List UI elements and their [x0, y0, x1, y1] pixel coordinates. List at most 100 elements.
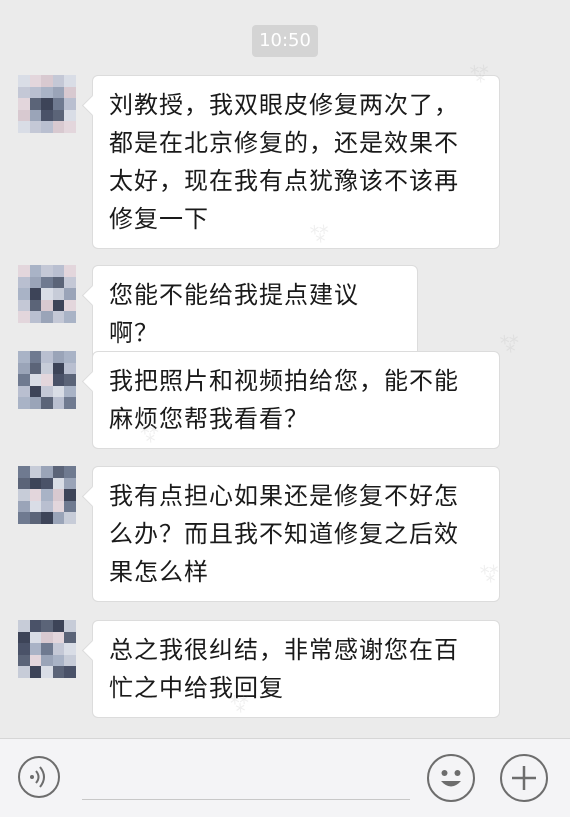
avatar-pixel: [29, 512, 42, 524]
avatar-pixel: [52, 512, 65, 524]
avatar-pixel: [52, 109, 65, 122]
avatar-pixel: [41, 620, 53, 632]
avatar-pixel: [41, 643, 53, 655]
avatar-pixel: [29, 98, 42, 110]
avatar-pixel: [41, 98, 53, 110]
watermark-mark: ⁂: [494, 326, 526, 358]
avatar-pixel: [52, 288, 65, 300]
avatar-pixel: [52, 98, 65, 110]
avatar-pixel: [64, 362, 76, 375]
avatar-pixel: [29, 466, 42, 478]
avatar-pixel: [18, 631, 30, 644]
avatar-pixel: [29, 397, 42, 409]
more-button[interactable]: [500, 754, 548, 802]
avatar-pixel: [18, 477, 30, 490]
avatar-pixel: [64, 311, 76, 323]
avatar-pixel: [52, 397, 65, 409]
avatar-pixel: [29, 288, 42, 300]
emoji-button[interactable]: [427, 754, 475, 802]
avatar-pixel: [64, 666, 76, 678]
avatar-pixel: [52, 86, 65, 99]
avatar-pixel: [18, 654, 30, 667]
input-bar: [0, 738, 570, 817]
avatar-pixel: [29, 643, 42, 655]
avatar-pixel: [18, 276, 30, 289]
avatar-pixel: [64, 98, 76, 110]
avatar-pixel: [29, 121, 42, 133]
avatar-pixel: [29, 265, 42, 277]
message-timestamp: 10:50: [252, 25, 318, 57]
avatar-pixel: [41, 385, 53, 398]
message-bubble[interactable]: 我有点担心如果还是修复不好怎么办？而且我不知道修复之后效果怎么样: [92, 466, 500, 602]
avatar-pixel: [18, 489, 30, 501]
avatar-pixel: [18, 466, 30, 478]
avatar-pixel: [29, 666, 42, 678]
avatar-pixel: [64, 288, 76, 300]
avatar-pixel: [29, 75, 42, 87]
avatar-pixel: [64, 299, 76, 312]
avatar-pixel: [41, 654, 53, 667]
avatar-pixel: [64, 86, 76, 99]
message-bubble[interactable]: 我把照片和视频拍给您，能不能麻烦您帮我看看？: [92, 351, 500, 449]
message-bubble[interactable]: 刘教授，我双眼皮修复两次了，都是在北京修复的，还是效果不太好，现在我有点犹豫该不…: [92, 75, 500, 249]
avatar[interactable]: [18, 620, 76, 678]
avatar-pixel: [64, 397, 76, 409]
avatar-pixel: [52, 666, 65, 678]
avatar[interactable]: [18, 351, 76, 409]
avatar-pixel: [41, 397, 53, 409]
avatar-pixel: [41, 666, 53, 678]
avatar-pixel: [52, 362, 65, 375]
message-input[interactable]: [82, 759, 410, 800]
avatar-pixel: [41, 288, 53, 300]
avatar-pixel: [64, 477, 76, 490]
avatar-pixel: [41, 477, 53, 490]
avatar-pixel: [52, 489, 65, 501]
avatar-pixel: [29, 374, 42, 386]
avatar[interactable]: [18, 75, 76, 133]
avatar-pixel: [41, 75, 53, 87]
avatar-pixel: [52, 643, 65, 655]
avatar-pixel: [18, 500, 30, 513]
avatar-pixel: [52, 466, 65, 478]
avatar-pixel: [18, 299, 30, 312]
avatar-pixel: [52, 75, 65, 87]
avatar-pixel: [64, 109, 76, 122]
avatar-pixel: [52, 500, 65, 513]
message-bubble[interactable]: 您能不能给我提点建议啊？: [92, 265, 418, 363]
voice-wave-icon: [30, 766, 45, 788]
avatar-pixel: [18, 121, 30, 133]
avatar-pixel: [41, 362, 53, 375]
avatar-pixel: [29, 620, 42, 632]
avatar[interactable]: [18, 466, 76, 524]
avatar-pixel: [18, 86, 30, 99]
avatar-pixel: [52, 385, 65, 398]
avatar-pixel: [52, 477, 65, 490]
message-text: 您能不能给我提点建议啊？: [109, 281, 359, 347]
avatar-pixel: [29, 489, 42, 501]
avatar-pixel: [29, 362, 42, 375]
message-text: 总之我很纠结，非常感谢您在百忙之中给我回复: [109, 636, 459, 702]
avatar-pixel: [64, 620, 76, 632]
smiley-face-icon: [441, 770, 461, 787]
avatar[interactable]: [18, 265, 76, 323]
avatar-pixel: [41, 121, 53, 133]
avatar-pixel: [18, 385, 30, 398]
avatar-pixel: [41, 311, 53, 323]
avatar-pixel: [29, 500, 42, 513]
chat-area[interactable]: 10:50 刘教授，我双眼皮修复两次了，都是在北京修复的，还是效果不太好，现在我…: [0, 0, 570, 738]
message-text: 我把照片和视频拍给您，能不能麻烦您帮我看看？: [109, 367, 459, 433]
voice-button[interactable]: [18, 756, 60, 798]
avatar-pixel: [64, 466, 76, 478]
avatar-pixel: [64, 385, 76, 398]
avatar-pixel: [29, 654, 42, 667]
avatar-pixel: [64, 351, 76, 363]
avatar-pixel: [41, 512, 53, 524]
avatar-pixel: [18, 75, 30, 87]
avatar-pixel: [18, 643, 30, 655]
avatar-pixel: [18, 311, 30, 323]
avatar-pixel: [41, 109, 53, 122]
message-bubble[interactable]: 总之我很纠结，非常感谢您在百忙之中给我回复: [92, 620, 500, 718]
avatar-pixel: [52, 654, 65, 667]
avatar-pixel: [18, 288, 30, 300]
avatar-pixel: [29, 351, 42, 363]
